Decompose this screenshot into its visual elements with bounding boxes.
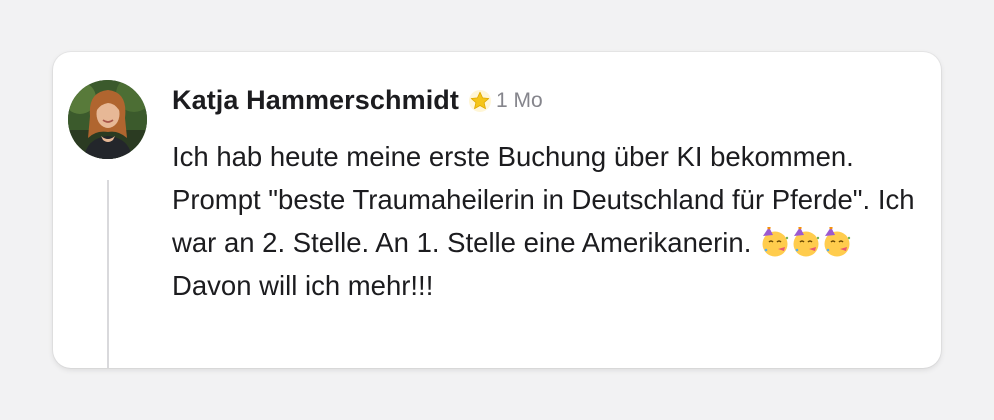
star-icon <box>468 89 492 113</box>
author-name[interactable]: Katja Hammerschmidt <box>172 85 459 116</box>
comment-text: Ich hab heute meine erste Buchung über K… <box>172 135 932 307</box>
thread-line <box>107 180 109 368</box>
partying-face-icon <box>791 226 822 258</box>
avatar[interactable] <box>68 80 147 159</box>
emoji-group <box>760 226 853 258</box>
comment-card: Katja Hammerschmidt 1 Mo Ich hab heute m… <box>53 52 941 368</box>
partying-face-icon <box>760 226 791 258</box>
timestamp: 1 Mo <box>496 88 543 112</box>
partying-face-icon <box>822 226 853 258</box>
comment-text-tail: Davon will ich mehr!!! <box>172 270 434 301</box>
avatar-photo <box>68 80 147 159</box>
comment-header: Katja Hammerschmidt 1 Mo <box>172 85 543 116</box>
